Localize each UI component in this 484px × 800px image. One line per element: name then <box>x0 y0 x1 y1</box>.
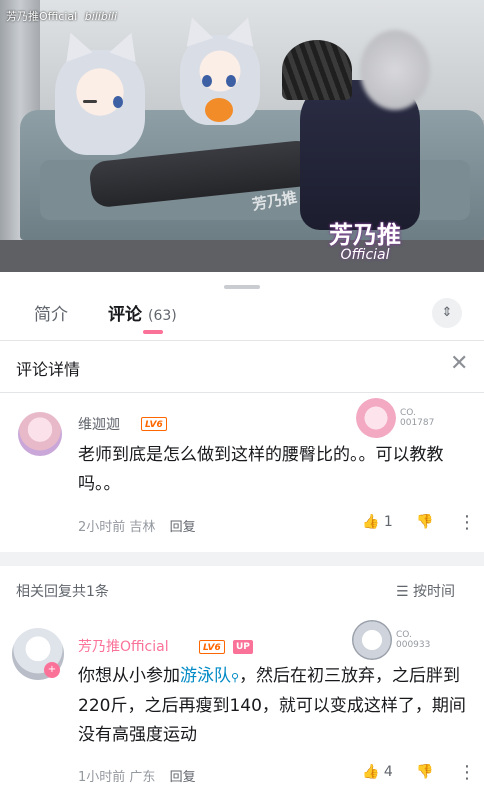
expand-collapse-button[interactable]: ⇕ <box>432 298 462 328</box>
comment-meta: 2小时前 吉林 回复 <box>78 520 196 535</box>
video-fan <box>282 40 352 100</box>
chibi-sticker-left <box>55 27 145 155</box>
active-tab-indicator <box>143 330 163 334</box>
comment-text: 老师到底是怎么做到这样的腰臀比的。。可以教教吗。。 <box>78 445 444 494</box>
reply-text: 你想从小参加游泳队⚲，然后在初三放弃，之后胖到220斤，之后再瘦到140，就可以… <box>78 666 466 745</box>
thumbs-down-icon: 👎 <box>416 764 434 780</box>
like-button[interactable]: 👍 1 <box>362 514 393 530</box>
thumbs-down-icon: 👎 <box>416 514 434 530</box>
reply-username[interactable]: 芳乃推Official <box>78 636 169 656</box>
sort-button[interactable]: ☰ 按时间 <box>396 581 455 601</box>
sheet-drag-handle[interactable] <box>224 285 260 289</box>
video-watermark-logo: 芳乃推 Official <box>329 221 401 263</box>
reply-button[interactable]: 回复 <box>170 520 196 535</box>
tab-comments[interactable]: 评论 (63) <box>108 300 177 325</box>
comment-count: (63) <box>148 308 177 324</box>
divider <box>0 340 484 341</box>
level-badge: LV6 <box>199 640 225 654</box>
like-button[interactable]: 👍 4 <box>362 764 393 780</box>
divider <box>0 392 484 393</box>
thumbs-up-icon: 👍 <box>362 514 380 530</box>
replies-count-label: 相关回复共1条 <box>16 584 109 600</box>
chevron-up-down-icon: ⇕ <box>441 305 453 320</box>
comment-detail-title: 评论详情 <box>16 360 81 379</box>
like-count: 1 <box>383 514 393 530</box>
dislike-button[interactable]: 👎 <box>416 764 433 780</box>
search-icon: ⚲ <box>231 671 240 684</box>
video-blurred-face <box>360 30 430 110</box>
up-avatar-badge-icon: + <box>44 662 60 678</box>
more-options-icon[interactable]: ⋮ <box>458 514 476 532</box>
close-icon[interactable]: ✕ <box>450 352 468 376</box>
video-watermark-top: 芳乃推Official bilibili <box>6 10 118 23</box>
reply-meta: 1小时前 广东 回复 <box>78 770 196 785</box>
avatar[interactable] <box>18 412 62 456</box>
search-link[interactable]: 游泳队⚲ <box>180 666 239 686</box>
sort-icon: ☰ <box>396 584 409 600</box>
video-player[interactable]: 芳乃推Official bilibili 芳乃推 芳乃推 Official <box>0 0 484 272</box>
section-separator <box>0 552 484 566</box>
fan-decoration-icon[interactable] <box>352 620 392 660</box>
fan-decoration-icon[interactable] <box>356 398 396 438</box>
more-options-icon[interactable]: ⋮ <box>458 764 476 782</box>
tab-bar: 简介 评论 (63) <box>0 296 484 338</box>
dislike-button[interactable]: 👎 <box>416 514 433 530</box>
level-badge: LV6 <box>141 417 167 431</box>
fan-decoration-label: CO. 001787 <box>400 408 435 428</box>
like-count: 4 <box>383 764 393 780</box>
reply-button[interactable]: 回复 <box>170 770 196 785</box>
fan-decoration-label: CO. 000933 <box>396 630 431 650</box>
thumbs-up-icon: 👍 <box>362 764 380 780</box>
tab-intro[interactable]: 简介 <box>34 300 68 325</box>
comment-username[interactable]: 维迦迦 <box>78 414 120 434</box>
orange-icon <box>205 98 233 122</box>
up-badge: UP <box>233 640 253 654</box>
